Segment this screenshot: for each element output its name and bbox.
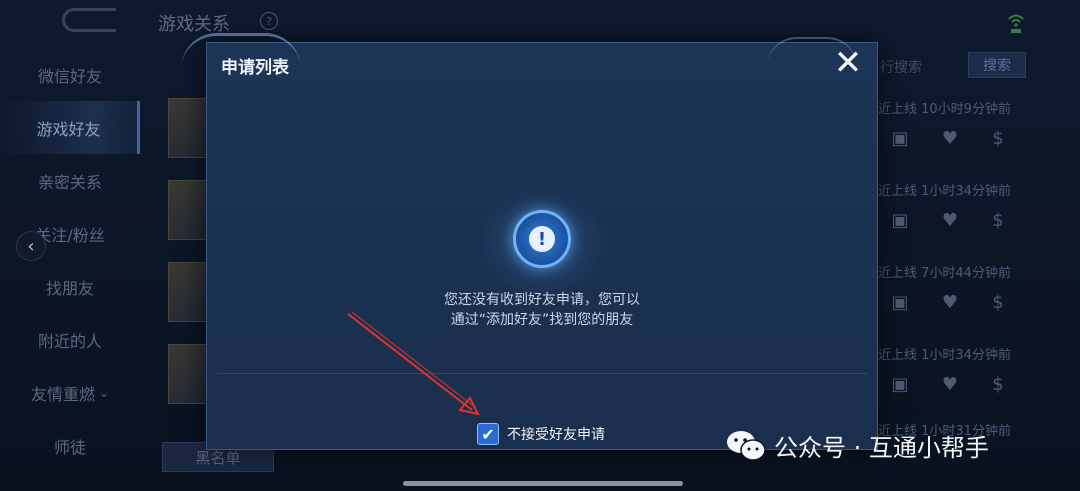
exclamation-icon: ! bbox=[513, 210, 571, 268]
sidebar-item-find-friends[interactable]: 找朋友 bbox=[0, 260, 140, 313]
wechat-icon bbox=[726, 429, 766, 463]
chevron-down-icon: ⌄ bbox=[98, 385, 110, 400]
sidebar: 微信好友 游戏好友 亲密关系 关注/粉丝 找朋友 附近的人 友情重燃 ⌄ 师徒 bbox=[0, 48, 140, 472]
avatar bbox=[168, 344, 208, 404]
exclamation-glyph: ! bbox=[529, 226, 555, 252]
heart-icon[interactable]: ♥ bbox=[938, 290, 962, 314]
sidebar-item-label: 友情重燃 bbox=[30, 384, 95, 404]
coin-icon[interactable]: $ bbox=[986, 126, 1010, 150]
dialog-title: 申请列表 bbox=[221, 58, 289, 78]
sidebar-item-nearby[interactable]: 附近的人 bbox=[0, 313, 140, 366]
sidebar-item-wechat-friends[interactable]: 微信好友 bbox=[0, 48, 140, 101]
avatar bbox=[168, 180, 208, 240]
last-online-status: 近上线 1小时34分钟前 bbox=[878, 184, 1011, 199]
friend-request-dialog: 申请列表 ✕ ! 您还没有收到好友申请，您可以 通过“添加好友”找到您的朋友 ✔… bbox=[181, 33, 878, 450]
empty-state-line: 您还没有收到好友申请，您可以 bbox=[444, 292, 640, 308]
gift-icon[interactable]: ▣ bbox=[888, 126, 912, 150]
reject-requests-label: 不接受好友申请 bbox=[507, 427, 605, 443]
reject-requests-option[interactable]: ✔ 不接受好友申请 bbox=[477, 423, 605, 445]
gift-icon[interactable]: ▣ bbox=[888, 290, 912, 314]
search-input[interactable]: 行搜索 bbox=[880, 57, 922, 77]
back-button[interactable] bbox=[62, 8, 116, 32]
gift-icon[interactable]: ▣ bbox=[888, 208, 912, 232]
coin-icon[interactable]: $ bbox=[986, 290, 1010, 314]
avatar bbox=[168, 262, 208, 322]
collapse-sidebar-button[interactable]: ‹ bbox=[16, 231, 46, 261]
home-indicator[interactable] bbox=[403, 481, 683, 486]
divider bbox=[217, 373, 867, 374]
last-online-status: 近上线 7小时44分钟前 bbox=[878, 266, 1011, 281]
heart-icon[interactable]: ♥ bbox=[938, 372, 962, 396]
last-online-status: 近上线 10小时9分钟前 bbox=[878, 102, 1011, 117]
sidebar-item-intimate[interactable]: 亲密关系 bbox=[0, 154, 140, 207]
gift-icon[interactable]: ▣ bbox=[888, 372, 912, 396]
last-online-status: 近上线 1小时34分钟前 bbox=[878, 348, 1011, 363]
sidebar-item-rekindle[interactable]: 友情重燃 ⌄ bbox=[0, 366, 140, 419]
sidebar-item-game-friends[interactable]: 游戏好友 bbox=[0, 101, 140, 154]
empty-state-message: 您还没有收到好友申请，您可以 通过“添加好友”找到您的朋友 bbox=[207, 290, 877, 330]
watermark: 公众号 · 互通小帮手 bbox=[726, 428, 989, 463]
watermark-text: 公众号 · 互通小帮手 bbox=[774, 434, 989, 462]
empty-state-line: 通过“添加好友”找到您的朋友 bbox=[450, 312, 634, 328]
sidebar-item-mentor[interactable]: 师徒 bbox=[0, 419, 140, 472]
close-icon[interactable]: ✕ bbox=[833, 46, 863, 80]
search-button[interactable]: 搜索 bbox=[968, 52, 1026, 78]
coin-icon[interactable]: $ bbox=[986, 372, 1010, 396]
help-icon[interactable]: ? bbox=[260, 12, 278, 30]
heart-icon[interactable]: ♥ bbox=[938, 126, 962, 150]
chevron-left-icon: ‹ bbox=[27, 235, 35, 257]
wifi-icon bbox=[1008, 12, 1024, 34]
avatar bbox=[168, 98, 208, 158]
coin-icon[interactable]: $ bbox=[986, 208, 1010, 232]
heart-icon[interactable]: ♥ bbox=[938, 208, 962, 232]
reject-requests-checkbox[interactable]: ✔ bbox=[477, 423, 499, 445]
